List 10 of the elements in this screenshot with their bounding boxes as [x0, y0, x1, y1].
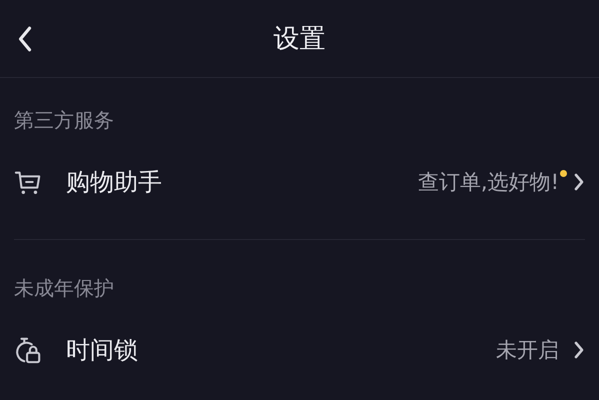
section-title: 第三方服务 [14, 107, 115, 132]
row-value: 查订单,选好物! [418, 169, 559, 196]
section-title: 未成年保护 [14, 275, 115, 300]
chevron-icon[interactable] [573, 172, 585, 192]
page-title: 设置 [274, 23, 326, 56]
row-label[interactable]: 购物助手 [66, 166, 162, 198]
timer-lock-icon [14, 336, 42, 364]
row-value: 未开启 [496, 337, 559, 364]
row-label[interactable]: 时间锁 [66, 334, 138, 366]
chevron-icon[interactable] [573, 340, 585, 360]
